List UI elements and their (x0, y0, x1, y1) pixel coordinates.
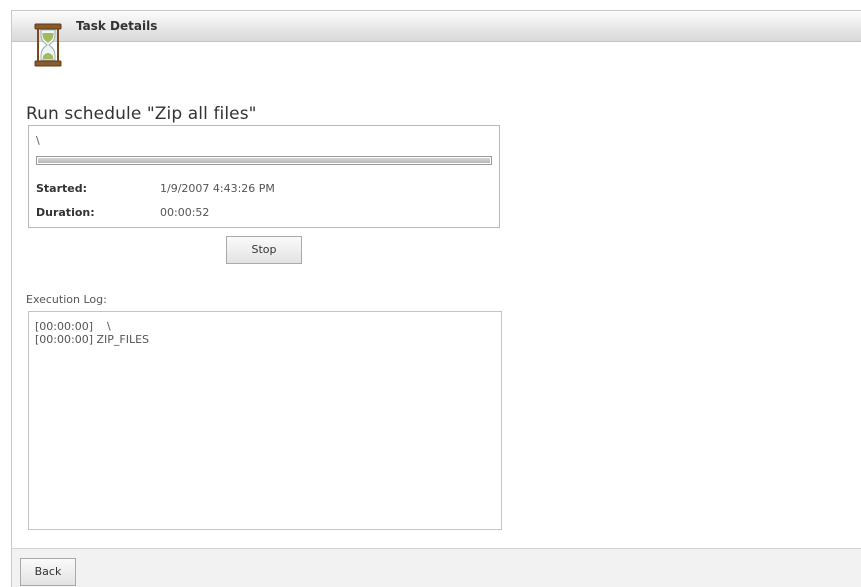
progress-bar (36, 156, 492, 165)
log-line: [00:00:00] ZIP_FILES (35, 333, 150, 346)
duration-label: Duration: (36, 206, 95, 219)
execution-log-label: Execution Log: (26, 293, 107, 306)
started-value: 1/9/2007 4:43:26 PM (160, 182, 275, 195)
progress-bar-fill (38, 158, 490, 163)
execution-log[interactable]: [00:00:00] \ [00:00:00] ZIP_FILES (28, 311, 502, 530)
footer-bar (12, 548, 861, 587)
current-path: \ (36, 134, 40, 147)
title-bar: Task Details (12, 11, 861, 42)
duration-value: 00:00:52 (160, 206, 210, 219)
hourglass-icon (34, 23, 62, 67)
stop-button[interactable]: Stop (226, 236, 302, 264)
started-label: Started: (36, 182, 88, 195)
task-status-panel: \ Started: 1/9/2007 4:43:26 PM Duration:… (28, 125, 500, 228)
back-button[interactable]: Back (20, 558, 76, 586)
window-title: Task Details (76, 19, 158, 33)
task-details-window: Task Details Run schedule "Zip all files… (11, 10, 861, 587)
page-title: Run schedule "Zip all files" (26, 104, 257, 124)
log-line: [00:00:00] \ (35, 320, 111, 333)
